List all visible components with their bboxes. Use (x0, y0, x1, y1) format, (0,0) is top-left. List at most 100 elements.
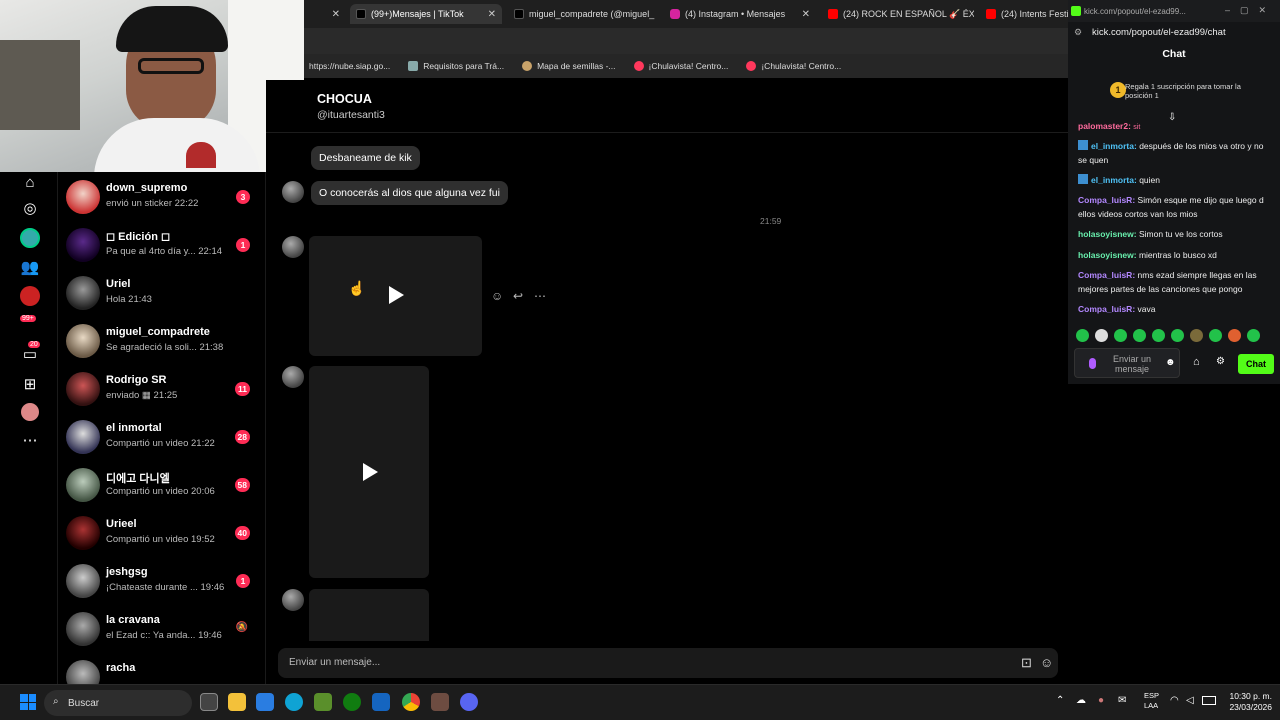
bookmark-item[interactable]: ¡Chulavista! Centro... (633, 61, 728, 71)
close-icon[interactable]: ✕ (802, 9, 810, 20)
tab-close-prev[interactable]: ✕ (318, 4, 346, 24)
webcam-person-hat (116, 6, 228, 52)
reply-icon[interactable]: ↩ (513, 289, 523, 303)
close-icon[interactable]: ✕ (659, 9, 660, 20)
profile-avatar[interactable] (20, 402, 40, 422)
window-controls[interactable]: –▢✕ (1225, 5, 1276, 16)
video-message[interactable] (309, 236, 482, 356)
emote-icon[interactable] (1133, 329, 1146, 342)
clock[interactable]: 10:30 p. m. 23/03/2026 (1229, 691, 1272, 713)
notifications-icon[interactable]: 99+ (20, 315, 40, 338)
chat-username[interactable]: holasoyisnew: (1078, 250, 1137, 260)
conversation-item[interactable]: miguel_compadrete Se agradeció la soli..… (58, 320, 265, 368)
conversation-item[interactable]: down_supremo envió un sticker 22:22 3 (58, 176, 265, 224)
conversation-item[interactable]: 디에고 다니엘 Compartió un video 20:06 58 (58, 464, 265, 512)
volume-icon[interactable]: ◁ (1186, 695, 1194, 706)
live-icon[interactable] (20, 286, 40, 306)
emote-icon[interactable] (1209, 329, 1222, 342)
onedrive-icon[interactable]: ☁ (1076, 695, 1086, 706)
chat-username[interactable]: el_inmorta: (1091, 141, 1137, 151)
conversation-item[interactable]: ◻ Edición ◻ Pa que al 4rto día y... 22:1… (58, 224, 265, 272)
windows-start-icon[interactable] (20, 694, 36, 710)
emoji-icon[interactable]: ☻ (1165, 357, 1176, 368)
chat-contact-handle[interactable]: @ituartesanti3 (317, 109, 385, 121)
tab-instagram[interactable]: (4) Instagram • Mensajes ✕ (664, 4, 816, 24)
settings-icon[interactable]: ⚙ (1216, 356, 1225, 367)
emote-icon[interactable] (1247, 329, 1260, 342)
site-settings-icon[interactable]: ⚙ (1074, 27, 1082, 38)
bookmark-item[interactable]: Mapa de semillas -... (522, 61, 616, 71)
gift-sub-banner[interactable]: 1 Regala 1 suscripción para tomar la pos… (1078, 76, 1270, 106)
file-explorer-icon[interactable] (228, 693, 246, 711)
more-icon[interactable]: ⋯ (20, 430, 40, 450)
battery-icon[interactable] (1202, 696, 1216, 705)
bookmark-item[interactable]: Requisitos para Trá... (408, 61, 504, 71)
app-icon[interactable] (431, 693, 449, 711)
microphone-icon[interactable]: ● (1098, 695, 1104, 706)
address-bar[interactable] (304, 28, 1068, 54)
play-icon[interactable] (389, 286, 404, 304)
emote-icon[interactable] (1076, 329, 1089, 342)
emote-icon[interactable] (1190, 329, 1203, 342)
chat-username[interactable]: palomaster2: (1078, 121, 1131, 131)
bookmark-item[interactable]: ¡Chulavista! Centro... (746, 61, 841, 71)
conversation-item[interactable]: la cravana el Ezad c:: Ya anda... 19:46 … (58, 608, 265, 656)
minecraft-icon[interactable] (314, 693, 332, 711)
conversation-item[interactable]: jeshgsg ¡Chateaste durante ... 19:46 1 (58, 560, 265, 608)
conversation-item[interactable]: racha (58, 656, 265, 684)
store-icon[interactable] (256, 693, 274, 711)
mail-icon[interactable]: ✉ (1118, 695, 1126, 706)
conversation-item[interactable]: el inmortal Compartió un video 21:22 28 (58, 416, 265, 464)
tab-miguel[interactable]: miguel_compadrete (@miguel_ ✕ (508, 4, 660, 24)
chrome-icon[interactable] (402, 693, 420, 711)
taskbar-search[interactable]: ⌕ Buscar (44, 690, 192, 716)
emoji-icon[interactable]: ☺ (1040, 655, 1053, 670)
chat-username[interactable]: Compa_luisR: (1078, 304, 1135, 314)
bookmark-label: https://nube.siap.go... (309, 61, 391, 71)
react-icon[interactable]: ☺ (491, 289, 503, 303)
following-avatar[interactable] (20, 228, 40, 248)
close-icon[interactable]: ✕ (488, 9, 496, 20)
emote-icon[interactable] (1171, 329, 1184, 342)
image-upload-icon[interactable]: ⊡ (1021, 655, 1032, 671)
discord-icon[interactable] (460, 693, 478, 711)
avatar (66, 660, 100, 684)
play-icon[interactable] (363, 463, 378, 481)
video-message[interactable] (309, 589, 429, 641)
conversation-item[interactable]: Rodrigo SR enviado ▦ 21:25 11 (58, 368, 265, 416)
chat-username[interactable]: el_inmorta: (1091, 175, 1137, 185)
microphone-icon[interactable] (1089, 358, 1096, 369)
task-view-icon[interactable] (200, 693, 218, 711)
chevron-up-icon[interactable]: ⌃ (1056, 695, 1064, 706)
language-indicator[interactable]: ESP LAA (1144, 691, 1159, 711)
bookmark-item[interactable]: https://nube.siap.go... (309, 61, 390, 71)
emote-icon[interactable] (1114, 329, 1127, 342)
inbox-icon[interactable]: ▭ 20 (20, 341, 40, 364)
emote-icon[interactable] (1095, 329, 1108, 342)
wifi-icon[interactable]: ◠ (1170, 695, 1179, 706)
tab-tiktok-messages[interactable]: (99+)Mensajes | TikTok ✕ (350, 4, 502, 24)
message-composer[interactable]: Enviar un mensaje... ⊡ ☺ (278, 648, 1058, 678)
chat-contact-name[interactable]: CHOCUA (317, 92, 372, 106)
outlook-icon[interactable] (372, 693, 390, 711)
conversation-item[interactable]: Uriel Hola 21:43 (58, 272, 265, 320)
chat-username[interactable]: Compa_luisR: (1078, 270, 1135, 280)
friends-icon[interactable]: 👥 (20, 257, 40, 277)
more-options-icon[interactable]: ⋯ (534, 289, 546, 303)
conversation-item[interactable]: Urieel Compartió un video 19:52 40 (58, 512, 265, 560)
edge-icon[interactable] (285, 693, 303, 711)
emote-icon[interactable] (1152, 329, 1165, 342)
video-message[interactable] (309, 366, 429, 578)
xbox-icon[interactable] (343, 693, 361, 711)
tab-youtube-festival[interactable]: (24) Intents Festival (980, 4, 1068, 24)
explore-icon[interactable]: ◎ (20, 198, 40, 218)
chat-username[interactable]: Compa_luisR: (1078, 195, 1135, 205)
upload-icon[interactable]: ⊞ (20, 374, 40, 394)
tab-youtube-rock[interactable]: (24) ROCK EN ESPAÑOL 🎸 ÉXI ✕ (822, 4, 974, 24)
chat-username[interactable]: holasoyisnew: (1078, 229, 1137, 239)
store-icon[interactable]: ⌂ (1193, 356, 1200, 368)
send-chat-button[interactable]: Chat (1238, 354, 1274, 374)
kick-chat-input[interactable]: Enviar un mensaje ☻ (1074, 348, 1180, 378)
home-icon[interactable]: ⌂ (20, 172, 40, 192)
emote-icon[interactable] (1228, 329, 1241, 342)
